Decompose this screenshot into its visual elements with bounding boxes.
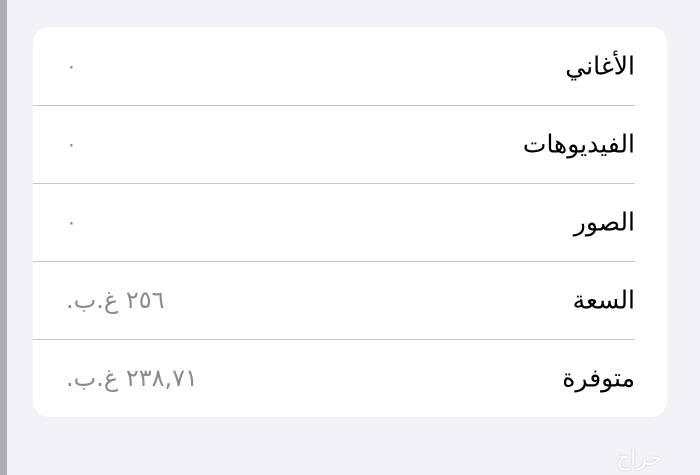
available-label: متوفرة bbox=[562, 363, 635, 393]
photos-row: الصور ٠ bbox=[33, 183, 667, 261]
storage-info-card: الأغاني ٠ الفيديوهات ٠ الصور ٠ السعة ٢٥٦… bbox=[33, 27, 667, 417]
songs-count: ٠ bbox=[66, 54, 77, 78]
photos-count: ٠ bbox=[66, 210, 77, 234]
videos-row: الفيديوهات ٠ bbox=[33, 105, 667, 183]
photos-label: الصور bbox=[573, 207, 635, 237]
songs-label: الأغاني bbox=[565, 51, 635, 81]
videos-count: ٠ bbox=[66, 132, 77, 156]
capacity-label: السعة bbox=[572, 285, 635, 315]
available-value: ٢٣٨,٧١ غ.ب. bbox=[66, 364, 198, 392]
left-edge-divider bbox=[0, 0, 7, 475]
capacity-row: السعة ٢٥٦ غ.ب. bbox=[33, 261, 667, 339]
watermark-logo: حراج bbox=[615, 446, 662, 471]
available-row: متوفرة ٢٣٨,٧١ غ.ب. bbox=[33, 339, 667, 417]
videos-label: الفيديوهات bbox=[522, 129, 635, 159]
capacity-value: ٢٥٦ غ.ب. bbox=[66, 286, 165, 314]
songs-row: الأغاني ٠ bbox=[33, 27, 667, 105]
